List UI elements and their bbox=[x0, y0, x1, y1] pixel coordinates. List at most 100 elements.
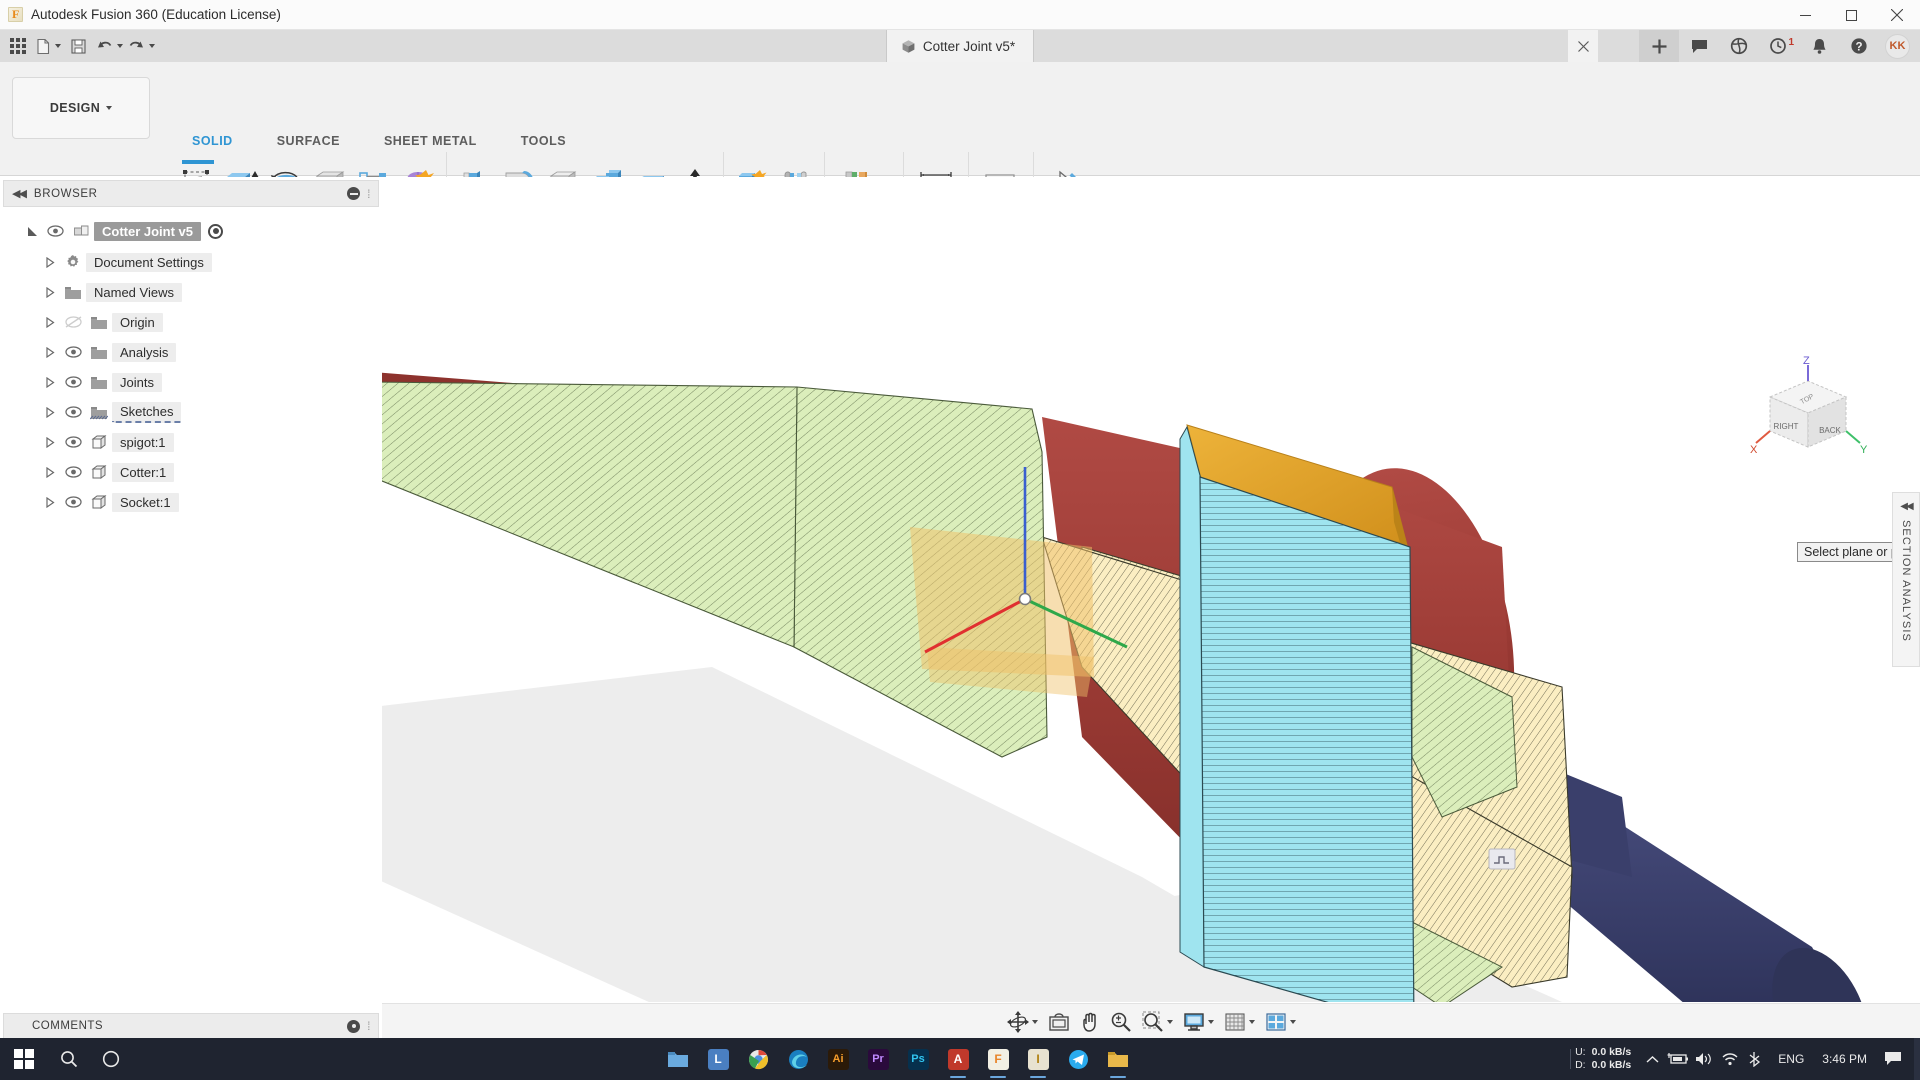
comments-button[interactable] bbox=[1679, 30, 1719, 62]
viewcube[interactable]: TOP RIGHT BACK Z Y X bbox=[1750, 355, 1870, 465]
window-controls bbox=[1782, 0, 1920, 30]
network-speed-monitor[interactable]: U: D: 0.0 kB/s 0.0 kB/s bbox=[1575, 1046, 1631, 1072]
maximize-icon[interactable] bbox=[1828, 0, 1874, 30]
chevron-right-icon[interactable] bbox=[40, 256, 60, 268]
cotter-joint-3d-model[interactable] bbox=[382, 177, 1920, 1002]
start-button[interactable] bbox=[0, 1038, 48, 1080]
grip-handle-icon[interactable]: ⁞ bbox=[367, 187, 371, 201]
document-tab-close-button[interactable] bbox=[1568, 30, 1598, 62]
tray-volume-icon[interactable] bbox=[1691, 1038, 1717, 1080]
collapse-right-icon[interactable]: ◀◀ bbox=[1900, 501, 1913, 512]
taskbar-chrome[interactable] bbox=[740, 1038, 776, 1080]
taskbar-folder[interactable] bbox=[1100, 1038, 1136, 1080]
zoom-button[interactable] bbox=[1106, 1008, 1136, 1036]
language-indicator[interactable]: ENG bbox=[1769, 1052, 1813, 1066]
visibility-eye-icon[interactable] bbox=[60, 406, 86, 418]
save-button[interactable] bbox=[65, 33, 91, 59]
section-analysis-panel[interactable]: ◀◀ SECTION ANALYSIS bbox=[1892, 492, 1920, 667]
visibility-eye-icon[interactable] bbox=[60, 436, 86, 448]
clock[interactable]: 3:46 PM bbox=[1813, 1052, 1876, 1066]
model-canvas[interactable]: Select plane or planar face to define se… bbox=[382, 177, 1920, 1039]
folder-icon bbox=[86, 345, 112, 360]
chevron-right-icon[interactable] bbox=[40, 496, 60, 508]
tree-item-origin[interactable]: Origin bbox=[0, 307, 382, 337]
tree-item-analysis[interactable]: Analysis bbox=[0, 337, 382, 367]
tray-overflow-button[interactable] bbox=[1639, 1038, 1665, 1080]
chevron-right-icon[interactable] bbox=[40, 286, 60, 298]
chevron-right-icon[interactable] bbox=[40, 436, 60, 448]
taskbar-autocad[interactable]: A bbox=[940, 1038, 976, 1080]
comments-panel-header[interactable]: COMMENTS ⁞ bbox=[3, 1013, 379, 1039]
activate-component-radio[interactable] bbox=[208, 223, 224, 239]
workspace-switcher[interactable]: DESIGN bbox=[12, 77, 150, 139]
action-center-button[interactable] bbox=[1876, 1038, 1910, 1080]
tab-sheet-metal[interactable]: SHEET METAL bbox=[362, 134, 499, 148]
viewports-button[interactable] bbox=[1261, 1008, 1300, 1036]
visibility-eye-icon[interactable] bbox=[60, 466, 86, 478]
collapse-left-icon[interactable]: ◀◀ bbox=[12, 187, 27, 200]
tree-item-cotter-joint-v5[interactable]: Cotter Joint v5 bbox=[0, 215, 382, 247]
visibility-eye-icon[interactable] bbox=[60, 346, 86, 358]
undo-button[interactable] bbox=[95, 33, 123, 59]
taskbar-premiere[interactable]: Pr bbox=[860, 1038, 896, 1080]
tray-battery-icon[interactable] bbox=[1665, 1038, 1691, 1080]
chevron-right-icon[interactable] bbox=[40, 406, 60, 418]
show-desktop-button[interactable] bbox=[1914, 1038, 1920, 1080]
look-at-button[interactable] bbox=[1044, 1008, 1074, 1036]
tray-bluetooth-icon[interactable] bbox=[1743, 1038, 1769, 1080]
tray-wifi-icon[interactable] bbox=[1717, 1038, 1743, 1080]
taskbar-telegram[interactable] bbox=[1060, 1038, 1096, 1080]
tree-item-named-views[interactable]: Named Views bbox=[0, 277, 382, 307]
taskbar-search-button[interactable] bbox=[48, 1038, 90, 1080]
tree-item-socket-1[interactable]: Socket:1 bbox=[0, 487, 382, 517]
taskbar-file-explorer[interactable] bbox=[660, 1038, 696, 1080]
grid-snaps-button[interactable] bbox=[1220, 1008, 1259, 1036]
visibility-eye-icon[interactable] bbox=[60, 376, 86, 388]
new-file-button[interactable] bbox=[35, 33, 61, 59]
help-button[interactable]: ? bbox=[1839, 30, 1879, 62]
tree-item-document-settings[interactable]: Document Settings bbox=[0, 247, 382, 277]
taskbar-illustrator[interactable]: Ai bbox=[820, 1038, 856, 1080]
document-tab[interactable]: Cotter Joint v5* bbox=[885, 30, 1035, 62]
chevron-right-icon[interactable] bbox=[40, 316, 60, 328]
pan-button[interactable] bbox=[1076, 1008, 1104, 1036]
display-settings-button[interactable] bbox=[1179, 1008, 1218, 1036]
taskbar-photoshop[interactable]: Ps bbox=[900, 1038, 936, 1080]
fit-button[interactable] bbox=[1138, 1008, 1177, 1036]
expand-arrow-icon[interactable] bbox=[22, 225, 42, 237]
tab-tools[interactable]: TOOLS bbox=[499, 134, 588, 148]
app-grid-button[interactable] bbox=[5, 33, 31, 59]
tree-item-label: Joints bbox=[112, 372, 162, 392]
taskbar-inventor[interactable]: I bbox=[1020, 1038, 1056, 1080]
close-icon[interactable] bbox=[1874, 0, 1920, 30]
chevron-right-icon[interactable] bbox=[40, 376, 60, 388]
data-panel-button[interactable] bbox=[1719, 30, 1759, 62]
tab-surface[interactable]: SURFACE bbox=[255, 134, 362, 148]
taskbar-edge[interactable] bbox=[780, 1038, 816, 1080]
taskbar-fusion360[interactable]: F bbox=[980, 1038, 1016, 1080]
tree-item-joints[interactable]: Joints bbox=[0, 367, 382, 397]
tab-solid[interactable]: SOLID bbox=[170, 134, 255, 148]
taskbar-task-view-button[interactable] bbox=[90, 1038, 132, 1080]
visibility-eye-icon[interactable] bbox=[60, 496, 86, 508]
circle-minus-icon[interactable] bbox=[347, 187, 361, 200]
orbit-button[interactable] bbox=[1003, 1008, 1042, 1036]
chevron-right-icon[interactable] bbox=[40, 346, 60, 358]
folder-blue-icon bbox=[668, 1051, 688, 1067]
tree-item-spigot-1[interactable]: spigot:1 bbox=[0, 427, 382, 457]
taskbar-lightshot[interactable]: L bbox=[700, 1038, 736, 1080]
minimize-icon[interactable] bbox=[1782, 0, 1828, 30]
new-design-button[interactable] bbox=[1639, 30, 1679, 62]
grip-handle-icon[interactable]: ⁞ bbox=[367, 1019, 371, 1033]
tree-item-label: Origin bbox=[112, 312, 163, 332]
job-status-button[interactable]: 1 bbox=[1759, 30, 1799, 62]
avatar[interactable]: KK bbox=[1885, 33, 1910, 59]
circle-dot-icon[interactable] bbox=[347, 1019, 361, 1033]
notifications-button[interactable] bbox=[1799, 30, 1839, 62]
redo-button[interactable] bbox=[127, 33, 155, 59]
tree-item-sketches[interactable]: Sketches bbox=[0, 397, 382, 427]
visibility-eye-icon[interactable] bbox=[42, 225, 68, 237]
chevron-right-icon[interactable] bbox=[40, 466, 60, 478]
visibility-eye-off-icon[interactable] bbox=[60, 316, 86, 328]
tree-item-cotter-1[interactable]: Cotter:1 bbox=[0, 457, 382, 487]
